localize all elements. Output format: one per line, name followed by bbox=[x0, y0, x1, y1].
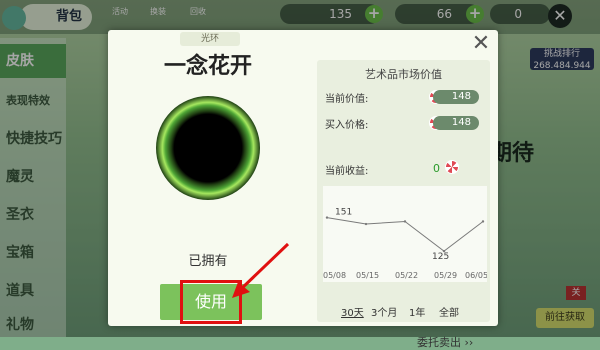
current-value-pill: 148 bbox=[433, 90, 479, 104]
x-tick-label: 06/05 bbox=[465, 271, 487, 280]
x-tick-label: 05/22 bbox=[395, 271, 418, 280]
price-annotation: 151 bbox=[335, 208, 352, 218]
x-tick-label: 05/15 bbox=[356, 271, 379, 280]
price-chart: 151 125 05/08 05/15 05/22 05/29 06/05 bbox=[323, 186, 488, 282]
halo-ring-icon bbox=[156, 96, 260, 200]
consign-sell-link[interactable]: 委托卖出 ›› bbox=[417, 334, 473, 350]
market-title: 艺术品市场价值 bbox=[365, 68, 442, 81]
profit-value: 0 bbox=[433, 162, 440, 175]
price-point bbox=[403, 220, 407, 223]
buy-price-pill: 148 bbox=[433, 116, 479, 130]
profit-label: 当前收益: bbox=[325, 166, 369, 177]
item-name: 一念花开 bbox=[163, 54, 252, 79]
close-icon[interactable]: ✕ bbox=[470, 33, 492, 56]
range-tab-1y[interactable]: 1年 bbox=[409, 304, 425, 319]
candy-icon bbox=[445, 160, 459, 174]
red-arrow-icon bbox=[232, 242, 290, 298]
x-tick-label: 05/29 bbox=[434, 271, 457, 280]
price-annotation: 125 bbox=[432, 252, 449, 262]
price-chart-svg: 151 125 05/08 05/15 05/22 05/29 06/05 bbox=[323, 208, 488, 280]
price-point bbox=[481, 220, 485, 223]
category-tag: 光环 bbox=[180, 32, 240, 46]
range-tab-all[interactable]: 全部 bbox=[439, 304, 459, 319]
item-detail-modal: ✕ 光环 一念花开 已拥有 使用 艺术品市场价值 当前价值: 148 买入价格:… bbox=[108, 30, 498, 349]
market-panel: 艺术品市场价值 当前价值: 148 买入价格: 148 当前收益: 0 151 1… bbox=[317, 60, 490, 349]
price-point bbox=[364, 222, 368, 226]
current-value-label: 当前价值: bbox=[325, 94, 369, 105]
price-point bbox=[325, 216, 329, 219]
x-tick-label: 05/08 bbox=[323, 271, 346, 280]
buy-price-label: 买入价格: bbox=[325, 120, 369, 131]
range-tab-30d[interactable]: 30天 bbox=[341, 304, 364, 319]
range-tab-3m[interactable]: 3个月 bbox=[371, 304, 397, 319]
